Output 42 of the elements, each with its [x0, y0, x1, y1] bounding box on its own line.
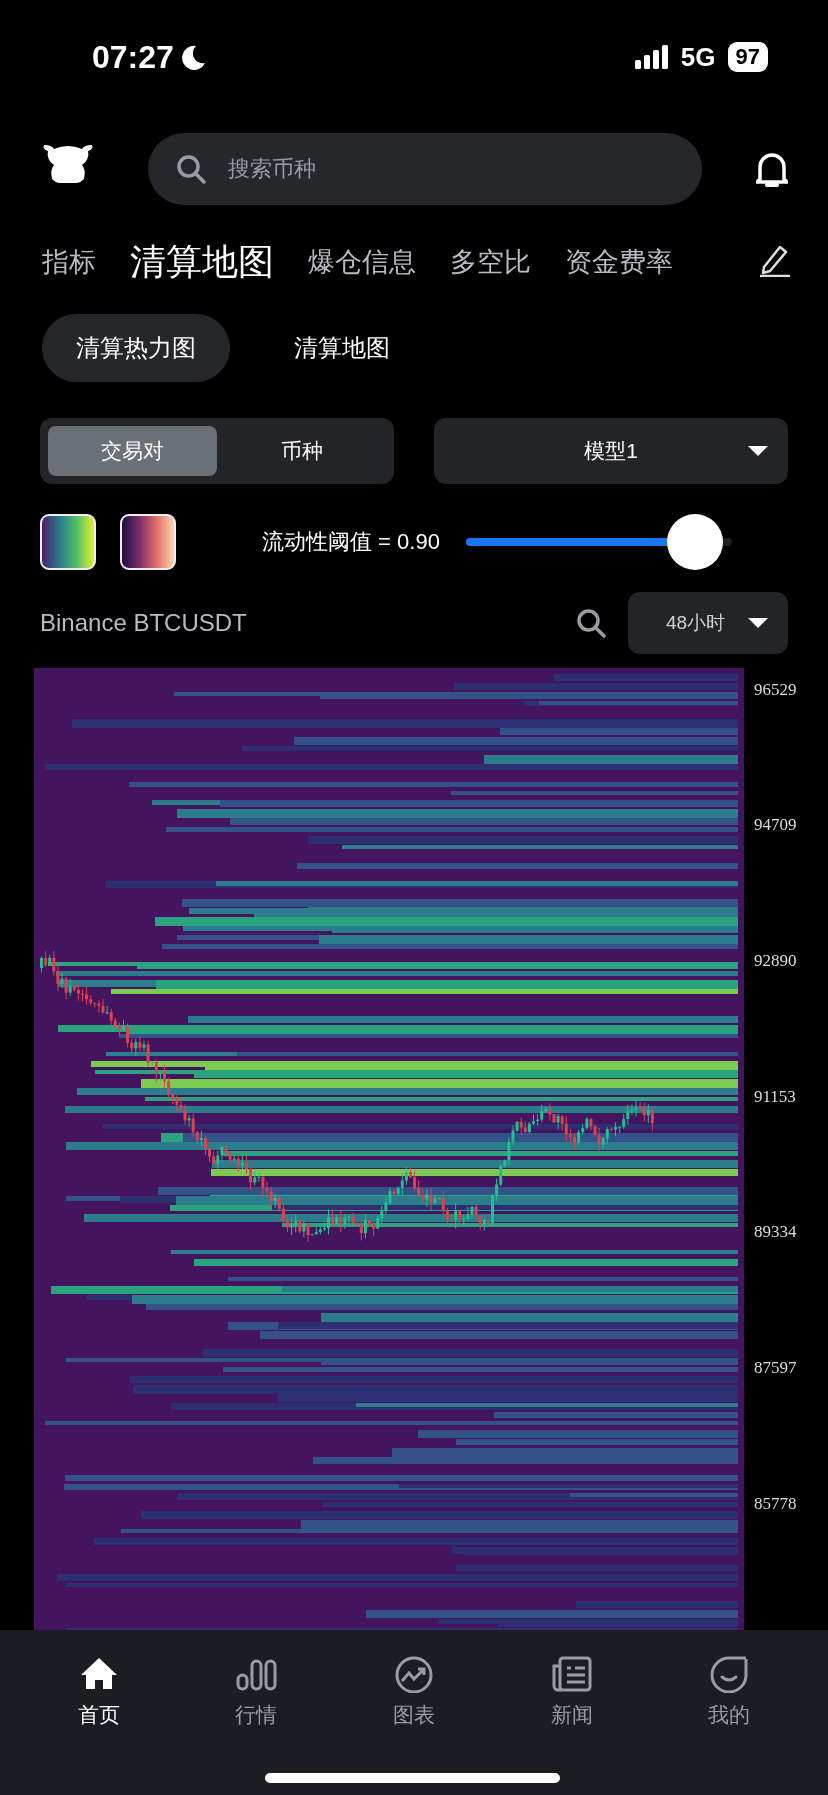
category-tab[interactable]: 清算地图	[130, 237, 274, 287]
price-tick: 91153	[753, 1086, 797, 1108]
chart-type-tab[interactable]: 清算热力图	[42, 313, 230, 382]
caret-icon	[748, 445, 768, 456]
price-tick: 85778	[753, 1493, 797, 1515]
price-tick: 87597	[753, 1358, 797, 1380]
gradient-swatch[interactable]	[40, 513, 96, 570]
dropdown-value: 模型1	[584, 437, 638, 464]
nav-tab[interactable]: 首页	[20, 1653, 178, 1730]
caret-icon	[748, 617, 768, 628]
search-field[interactable]: 搜索币种	[148, 133, 702, 206]
price-tick: 92890	[753, 951, 797, 972]
price-tick: 89334	[753, 1222, 797, 1244]
battery-level: 97	[727, 42, 768, 73]
newspaper-icon	[550, 1654, 593, 1693]
network-label: 5G	[680, 41, 716, 73]
moon-icon	[179, 44, 206, 71]
nav-tab[interactable]: 我的	[650, 1653, 808, 1730]
category-tab[interactable]: 指标	[42, 244, 96, 280]
dropdown-value: 48小时	[666, 610, 726, 635]
category-tab[interactable]: 多空比	[450, 244, 531, 280]
signal-icon	[634, 45, 669, 70]
gradient-swatch[interactable]	[120, 513, 176, 570]
chart-type-tab[interactable]: 清算地图	[260, 313, 424, 382]
search-icon[interactable]	[576, 607, 606, 638]
category-tab[interactable]: 爆仓信息	[308, 244, 416, 280]
threshold-label: 流动性阈值 = 0.90	[262, 527, 440, 556]
nav-tab[interactable]: 行情	[177, 1653, 336, 1730]
pair-label: Binance BTCUSDT	[40, 608, 248, 637]
dropdown[interactable]: 模型1	[434, 417, 788, 484]
category-tab[interactable]: 资金费率	[565, 244, 673, 280]
smile-icon	[708, 1654, 751, 1693]
edit-icon[interactable]	[758, 243, 792, 277]
status-time: 07:27	[92, 38, 174, 76]
dropdown[interactable]: 48小时	[628, 591, 788, 654]
price-tick: 94709	[753, 815, 797, 837]
trend-chart-icon	[393, 1654, 435, 1693]
nav-tab[interactable]: 图表	[335, 1653, 493, 1730]
scope-option[interactable]: 交易对	[48, 425, 217, 476]
price-tick: 96529	[753, 679, 797, 701]
scope-option[interactable]: 币种	[217, 425, 386, 476]
nav-tab[interactable]: 新闻	[492, 1653, 651, 1730]
